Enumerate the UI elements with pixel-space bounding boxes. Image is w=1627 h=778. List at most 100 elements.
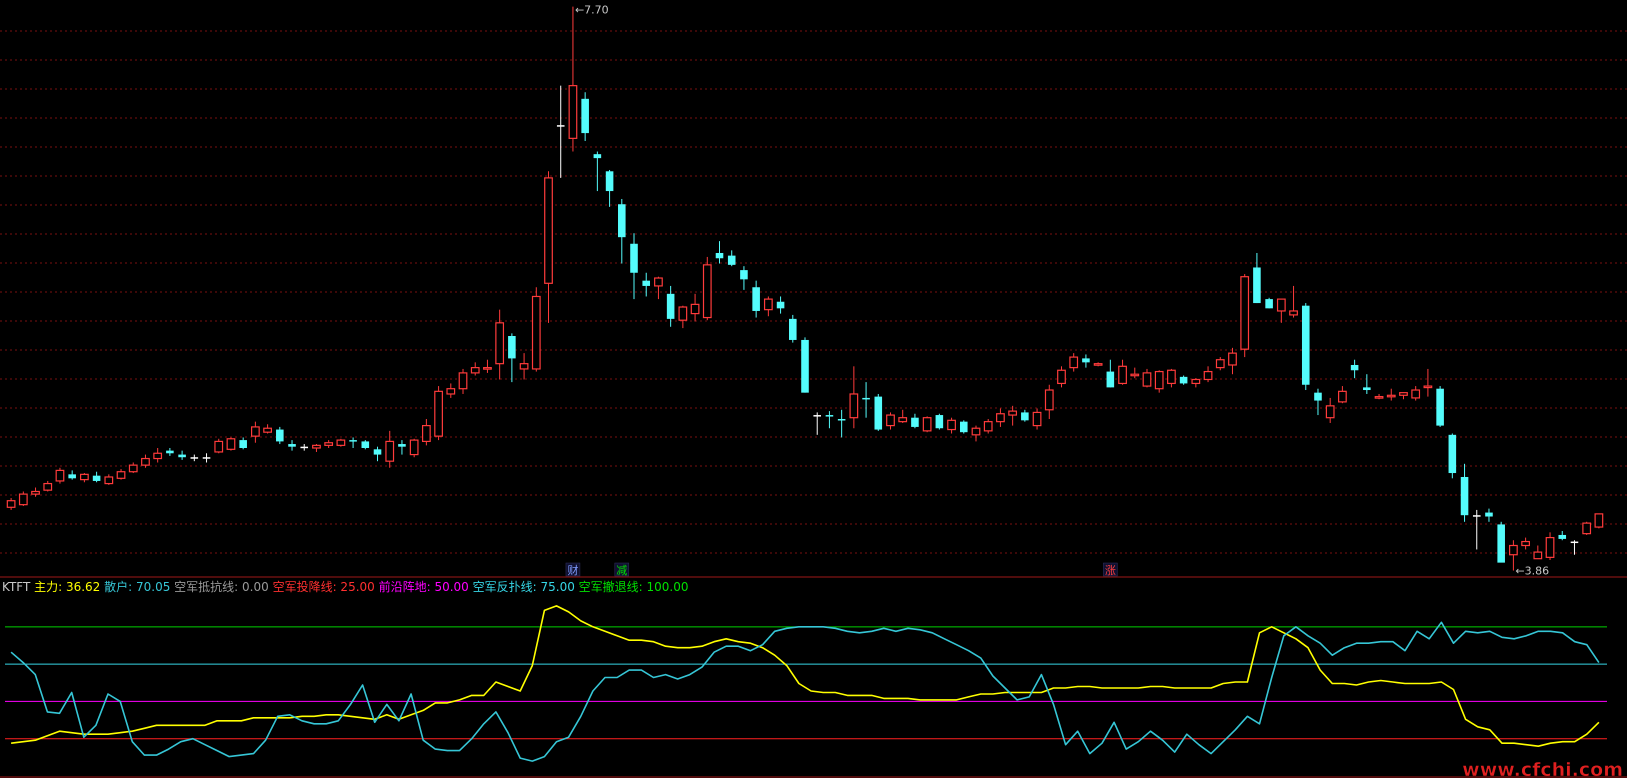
candle-body: [1386, 394, 1396, 398]
candle-body: [752, 287, 760, 311]
candle-body: [922, 417, 932, 432]
candle: [1436, 386, 1444, 427]
candle-body: [1008, 410, 1018, 416]
candle-body: [55, 469, 65, 482]
candle-body: [642, 280, 651, 286]
candle-body: [373, 449, 382, 455]
candle-body: [1228, 352, 1237, 366]
legend-item: 空军抵抗线: 0.00: [174, 579, 272, 594]
candle-body: [1082, 358, 1090, 363]
candle-body: [18, 493, 28, 506]
candle-body: [519, 363, 529, 370]
candle-body: [1093, 363, 1103, 366]
candle-body: [508, 336, 516, 359]
candle-body: [983, 421, 993, 432]
candle-body: [1314, 392, 1322, 401]
candle-body: [239, 440, 247, 448]
candle: [409, 438, 419, 458]
candle-body: [1350, 364, 1359, 371]
candle-body: [446, 388, 456, 395]
candle-body: [849, 393, 859, 419]
candle-body: [1240, 276, 1250, 350]
candle-body: [618, 204, 626, 238]
candle: [959, 420, 968, 434]
indicator-name: KTFT: [2, 580, 34, 594]
candle-body: [1118, 365, 1127, 385]
candle-body: [825, 415, 834, 417]
candle: [922, 416, 932, 433]
candle-body: [1338, 390, 1347, 403]
candle-body: [141, 457, 150, 466]
candle-body: [361, 441, 370, 448]
candle-body: [1472, 515, 1481, 517]
candle-body: [1179, 376, 1188, 384]
watermark-text: www.cfchi.com: [1462, 759, 1623, 778]
candle-body: [630, 243, 638, 273]
candle-body: [166, 450, 174, 454]
candle-body: [312, 444, 321, 449]
candle-body: [605, 171, 614, 192]
candle-body: [996, 413, 1005, 423]
chart-background: [0, 0, 1627, 778]
candle-body: [568, 85, 578, 139]
candle-body: [1069, 356, 1079, 369]
legend-item: 空军投降线: 25.00: [273, 579, 379, 594]
candle-body: [813, 415, 821, 417]
candle-body: [214, 440, 224, 453]
candle-body: [1215, 359, 1225, 369]
candle-body: [862, 397, 870, 400]
candle-body: [581, 98, 589, 134]
legend-item: 前沿阵地: 50.00: [379, 579, 473, 594]
candle-body: [434, 390, 443, 437]
candle-body: [1301, 305, 1310, 385]
candle-body: [324, 442, 334, 446]
candle-body: [1497, 524, 1505, 563]
low-price-label: ←3.86: [1515, 565, 1549, 578]
candle-body: [349, 440, 357, 442]
candle-body: [1594, 513, 1604, 528]
candle-body: [92, 475, 101, 481]
candle-body: [178, 454, 186, 458]
candle-body: [80, 473, 89, 481]
candle-body: [654, 277, 663, 287]
candle-body: [1460, 476, 1469, 516]
legend-item: 空军反扑线: 75.00: [473, 580, 579, 594]
candle: [1265, 297, 1273, 309]
candle-body: [715, 252, 724, 259]
legend-item: 散户: 70.05: [104, 579, 174, 594]
candle-body: [250, 426, 260, 437]
candle-body: [409, 439, 419, 456]
candle: [1582, 521, 1592, 535]
candle-body: [1325, 405, 1335, 419]
candle-body: [1106, 371, 1115, 388]
candle-body: [1521, 540, 1530, 547]
candle-body: [911, 417, 919, 427]
candle: [1154, 370, 1164, 393]
candle-body: [886, 414, 895, 427]
candle: [935, 413, 944, 430]
candle-body: [153, 452, 163, 460]
candle-body: [1044, 389, 1054, 411]
candle-body: [727, 255, 736, 265]
candle-body: [1253, 267, 1261, 304]
candle-body: [776, 301, 785, 309]
candle: [226, 437, 236, 451]
candle-body: [1167, 369, 1176, 385]
candle-body: [1485, 512, 1493, 517]
candle-body: [690, 303, 700, 315]
candle-body: [288, 444, 296, 447]
candle: [983, 419, 993, 434]
candle-body: [458, 372, 468, 390]
event-marker: 财: [565, 562, 581, 577]
candle-body: [959, 421, 968, 433]
candle-body: [470, 367, 480, 374]
candle-body: [1558, 534, 1567, 539]
legend-item: 主力: 36.62: [34, 580, 104, 594]
candle: [55, 467, 65, 484]
candle-body: [935, 415, 944, 429]
candle-body: [1191, 378, 1201, 385]
candle-body: [263, 427, 272, 433]
candle-body: [702, 264, 712, 319]
candle-body: [837, 419, 846, 421]
candle-body: [1130, 373, 1140, 377]
